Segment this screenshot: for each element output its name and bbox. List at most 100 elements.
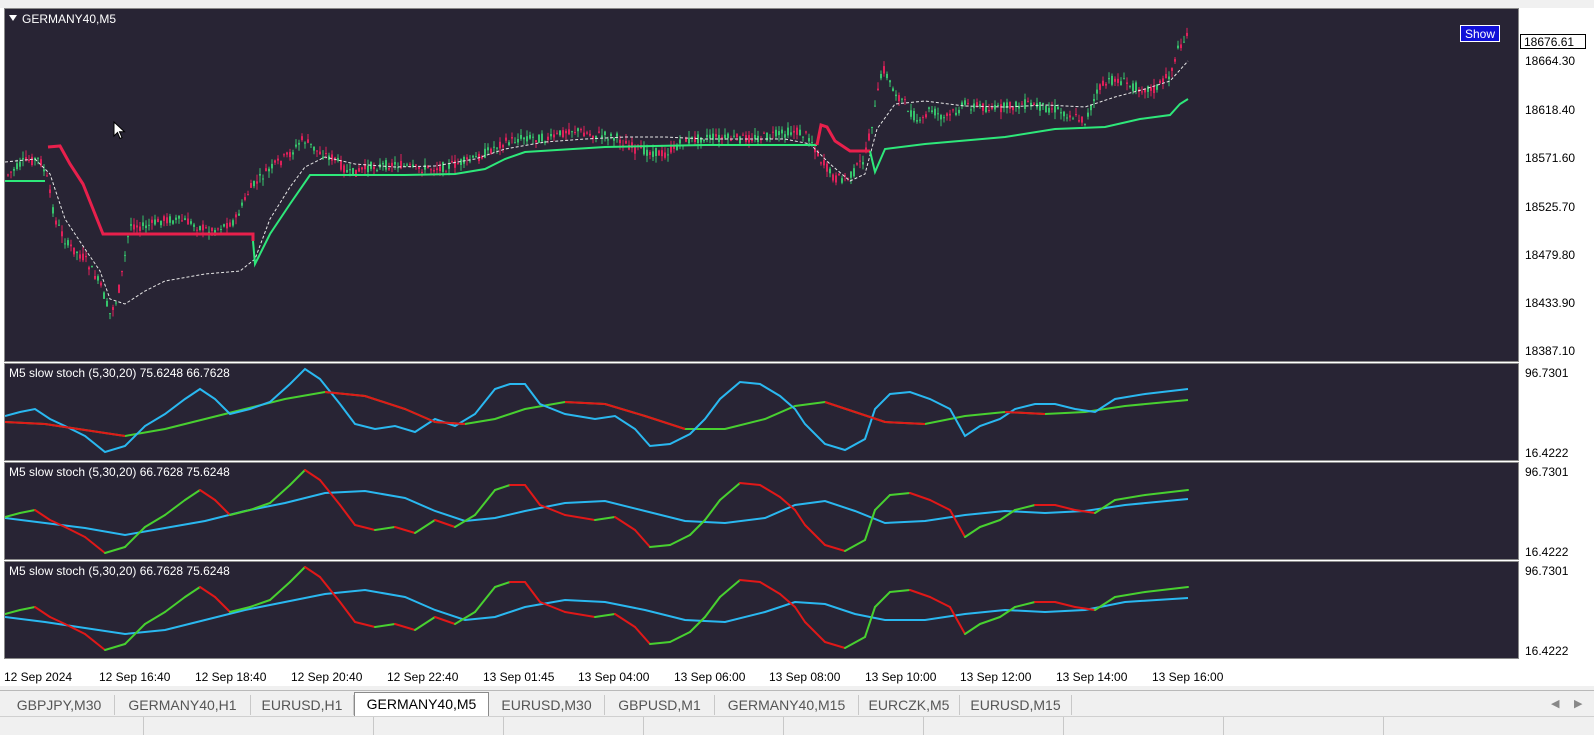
candle [742, 134, 744, 136]
candle [850, 171, 852, 178]
chart-tab[interactable]: GBPJPY,M30 [4, 695, 115, 715]
stoch-signal-segment [689, 616, 706, 633]
time-label: 13 Sep 12:00 [960, 670, 1032, 684]
candle [1141, 91, 1143, 93]
candle [1186, 32, 1188, 36]
stoch-signal-segment [844, 539, 866, 552]
candle [1051, 108, 1053, 110]
price-label: 18618.40 [1525, 103, 1576, 117]
candle [124, 254, 126, 256]
candle [967, 102, 969, 104]
candle [235, 214, 237, 218]
candle [706, 134, 708, 138]
stoch-signal-segment [19, 509, 36, 514]
oscillator-pane-2[interactable]: M5 slow stoch (5,30,20) 66.7628 75.6248 [4, 462, 1519, 560]
candle [10, 171, 12, 173]
candle [352, 168, 354, 175]
collapse-triangle-icon[interactable] [9, 15, 17, 21]
chart-tab[interactable]: GERMANY40,M5 [354, 692, 489, 716]
candle [943, 117, 945, 119]
candle [241, 202, 243, 206]
candle [1165, 74, 1167, 79]
status-cell [373, 717, 504, 735]
candle [1012, 107, 1014, 111]
candle [607, 139, 609, 141]
candle [1168, 76, 1170, 80]
candle [55, 220, 57, 225]
price-chart-canvas [5, 27, 1189, 320]
candle [433, 169, 435, 172]
symbol-title[interactable]: GERMANY40,M5 [9, 12, 116, 26]
candle [838, 173, 840, 176]
chart-tab[interactable]: EURUSD,M15 [960, 695, 1072, 715]
oscillator-pane-1[interactable]: M5 slow stoch (5,30,20) 75.6248 66.7628 [4, 363, 1519, 461]
stoch-signal-segment [604, 403, 646, 417]
oscillator-pane-3[interactable]: M5 slow stoch (5,30,20) 66.7628 75.6248 [4, 561, 1519, 659]
candle [907, 111, 909, 113]
candle [934, 108, 936, 116]
chart-tab[interactable]: EURUSD,H1 [251, 695, 354, 715]
candle [751, 139, 753, 142]
candle [529, 134, 531, 139]
time-label: 12 Sep 16:40 [99, 670, 171, 684]
chart-area[interactable]: GERMANY40,M5 Show 18676.61 18664.30 18618… [0, 8, 1594, 686]
stoch-signal-segment [929, 499, 951, 511]
stoch-signal-segment [184, 586, 201, 598]
chevron-left-icon[interactable]: ◀ [1551, 697, 1559, 710]
candle [970, 109, 972, 111]
price-label: 18571.60 [1525, 151, 1576, 165]
stoch-signal-segment [824, 401, 856, 413]
candle [1123, 78, 1125, 80]
chart-tab[interactable]: EURUSD,M30 [489, 695, 605, 715]
candle [868, 133, 870, 141]
candle [781, 129, 783, 134]
candle [169, 216, 171, 223]
chevron-right-icon[interactable]: ▶ [1574, 697, 1582, 710]
candle [958, 109, 960, 114]
candle [244, 197, 246, 200]
candle [73, 247, 75, 255]
price-pane[interactable]: GERMANY40,M5 [4, 8, 1519, 362]
candle [331, 154, 333, 161]
candle [718, 134, 720, 142]
candle [532, 136, 534, 138]
candle [586, 132, 588, 134]
candle [175, 217, 177, 220]
stoch-signal-segment [804, 524, 826, 546]
candle [922, 117, 924, 119]
candle [571, 131, 573, 133]
show-button[interactable]: Show [1460, 25, 1500, 42]
candle [997, 105, 999, 106]
candle [274, 160, 276, 163]
candle [406, 164, 408, 166]
candle [343, 165, 345, 173]
candle [514, 142, 516, 144]
candle [976, 102, 978, 106]
candle [547, 136, 549, 140]
chart-tab[interactable]: GERMANY40,H1 [115, 695, 251, 715]
candle [292, 152, 294, 155]
candle [1063, 111, 1065, 117]
chart-tab[interactable]: GBPUSD,M1 [605, 695, 715, 715]
candle [784, 134, 786, 138]
candle [1150, 87, 1152, 91]
candle [304, 142, 306, 144]
candle [895, 94, 897, 97]
stoch-signal-segment [354, 524, 376, 531]
stoch-signal-segment [824, 544, 846, 552]
candle [67, 240, 69, 246]
chart-tab[interactable]: EURCZK,M5 [859, 695, 960, 715]
candle [1102, 80, 1104, 86]
stoch-signal-segment [404, 408, 436, 423]
candle [322, 156, 324, 159]
stoch-signal-segment [1114, 494, 1146, 501]
stoch-signal-segment [804, 621, 826, 643]
candle [445, 171, 447, 173]
chart-tab[interactable]: GERMANY40,M15 [715, 695, 859, 715]
stoch-signal-segment [5, 512, 21, 518]
candle [100, 282, 102, 286]
candle [136, 225, 138, 228]
stoch-signal-segment [864, 606, 876, 638]
candle [808, 138, 810, 142]
candle [298, 142, 300, 145]
